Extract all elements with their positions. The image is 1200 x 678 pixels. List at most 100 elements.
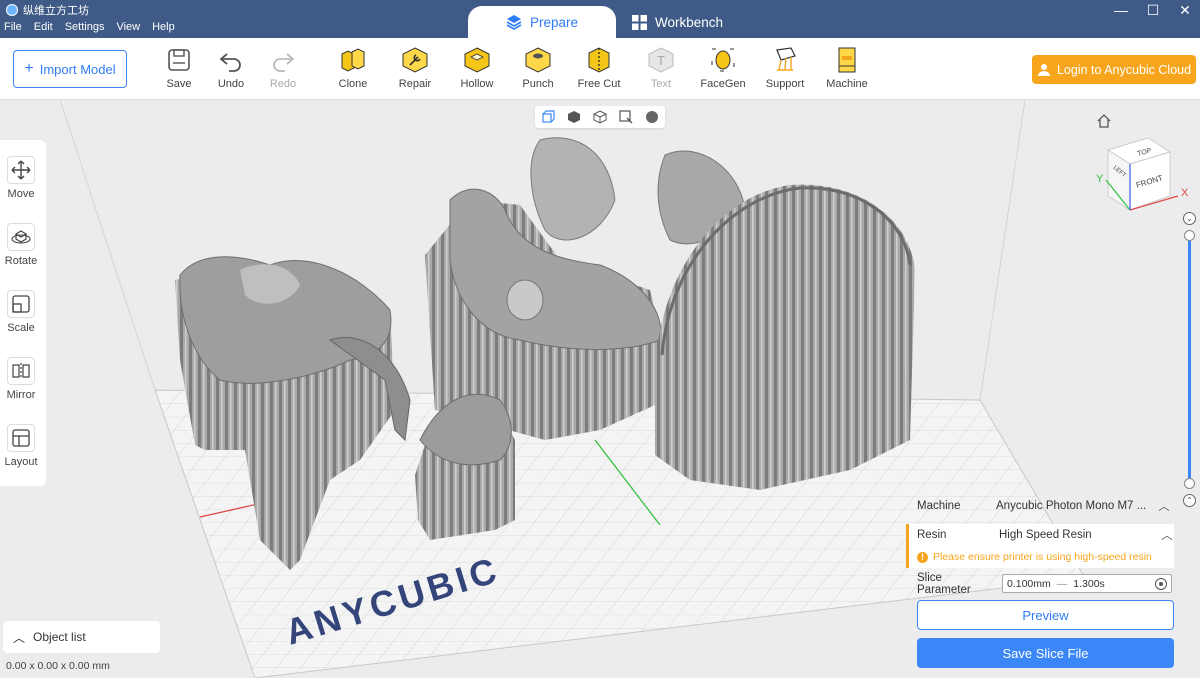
menu-file[interactable]: File [4,21,22,33]
redo-label: Redo [269,78,297,90]
preview-label: Preview [1022,607,1069,623]
move-tool[interactable]: Move [0,156,42,200]
home-icon[interactable] [1096,113,1112,129]
clone-icon [341,48,365,72]
move-icon [11,160,31,180]
scale-label: Scale [7,322,35,334]
machine-button[interactable]: Machine [816,46,878,90]
free-cut-button[interactable]: Free Cut [568,46,630,90]
scale-tool[interactable]: Scale [0,290,42,334]
menu-edit[interactable]: Edit [34,21,53,33]
perspective-view-icon[interactable] [541,110,555,124]
resin-label: Resin [917,529,947,541]
mirror-tool[interactable]: Mirror [0,357,42,401]
resin-warning-text: Please ensure printer is using high-spee… [933,551,1152,563]
punch-button[interactable]: Punch [507,46,569,90]
slider-down-button[interactable]: ⌃ [1183,494,1196,507]
menu-help[interactable]: Help [152,21,175,33]
view-mode-toolbar [535,106,665,128]
select-region-icon[interactable] [619,110,633,124]
app-title-text: 纵维立方工坊 [23,5,89,17]
settings-icon[interactable] [1155,577,1167,590]
punch-icon [525,47,551,73]
chevron-up-icon: ︿ [1161,530,1173,542]
layout-tool[interactable]: Layout [0,424,42,468]
layer-slider[interactable] [1188,234,1191,482]
tab-workbench-label: Workbench [655,14,724,30]
machine-row[interactable]: Machine Anycubic Photon Mono M7 ... ︿ [906,492,1174,520]
redo-button[interactable]: Redo [252,46,314,90]
separator-dash: — [1056,577,1068,590]
slider-bottom-knob[interactable] [1184,478,1195,489]
facegen-icon [711,48,735,72]
exposure-value: 1.300s [1073,577,1105,590]
hollow-label: Hollow [460,78,494,90]
preview-button[interactable]: Preview [917,600,1174,630]
save-slice-file-button[interactable]: Save Slice File [917,638,1174,668]
menu-settings[interactable]: Settings [65,21,105,33]
tab-workbench[interactable]: Workbench [604,6,751,38]
punch-label: Punch [522,78,554,90]
object-list-toggle[interactable]: ︿ Object list [3,621,160,653]
support-label: Support [765,78,805,90]
slider-top-knob[interactable] [1184,230,1195,241]
undo-icon [219,53,241,72]
slice-parameter-label: Slice Parameter [917,572,971,596]
model-dimensions: 0.00 x 0.00 x 0.00 mm [6,660,110,672]
hollow-icon [464,47,490,73]
slice-parameter-field[interactable]: 0.100mm — 1.300s [1002,574,1172,593]
repair-label: Repair [398,78,432,90]
tab-prepare[interactable]: Prepare [468,6,616,38]
repair-button[interactable]: Repair [384,46,446,90]
hollow-button[interactable]: Hollow [446,46,508,90]
user-icon [1037,63,1050,76]
support-icon [776,47,796,71]
maximize-button[interactable]: ☐ [1146,2,1160,19]
save-slice-label: Save Slice File [1002,645,1089,661]
slider-up-button[interactable]: ⌄ [1183,212,1196,225]
window-controls: — ☐ ✕ [1114,2,1192,19]
login-cloud-button[interactable]: Login to Anycubic Cloud [1032,55,1196,84]
layer-height-value: 0.100mm [1007,577,1051,590]
minimize-button[interactable]: — [1114,2,1128,19]
undo-label: Undo [217,78,245,90]
save-icon [168,49,190,71]
machine-icon [838,47,856,73]
layout-label: Layout [4,456,38,468]
machine-value: Anycubic Photon Mono M7 ... [996,500,1147,512]
scale-icon [12,295,30,313]
support-button[interactable]: Support [754,46,816,90]
view-cube[interactable]: TOP FRONT LEFT X Y [1090,130,1200,220]
chevron-up-icon: ︿ [13,630,26,645]
import-model-button[interactable]: + Import Model [13,50,127,88]
solid-view-icon[interactable] [567,110,581,124]
text-tool-label: Text [650,78,672,90]
close-button[interactable]: ✕ [1178,2,1192,19]
axis-y-label: Y [1096,173,1104,185]
save-label: Save [166,78,192,90]
mirror-icon [12,363,30,379]
axis-x-label: X [1181,187,1189,199]
chevron-up-icon: ︿ [1158,501,1170,513]
app-logo-icon [6,4,18,16]
warning-icon: ! [917,551,928,563]
tab-prepare-label: Prepare [529,14,579,30]
facegen-button[interactable]: FaceGen [692,46,754,90]
resin-row[interactable]: Resin High Speed Resin ︿ ! Please ensure… [906,524,1174,568]
text-button[interactable]: T Text [630,46,692,90]
text-icon: T [648,47,674,73]
menu-bar: File Edit Settings View Help [4,21,175,33]
login-label: Login to Anycubic Cloud [1056,62,1192,77]
main-toolbar: + Import Model Save Undo Redo Clone Repa… [0,38,1200,100]
sphere-view-icon[interactable] [645,110,659,124]
clone-button[interactable]: Clone [322,46,384,90]
resin-warning: ! Please ensure printer is using high-sp… [917,551,1152,563]
move-label: Move [7,188,35,200]
rotate-icon [11,230,31,244]
clone-label: Clone [338,78,368,90]
wireframe-view-icon[interactable] [593,110,607,124]
menu-view[interactable]: View [116,21,140,33]
import-model-label: Import Model [39,61,116,77]
machine-label: Machine [826,78,868,90]
rotate-tool[interactable]: Rotate [0,223,42,267]
